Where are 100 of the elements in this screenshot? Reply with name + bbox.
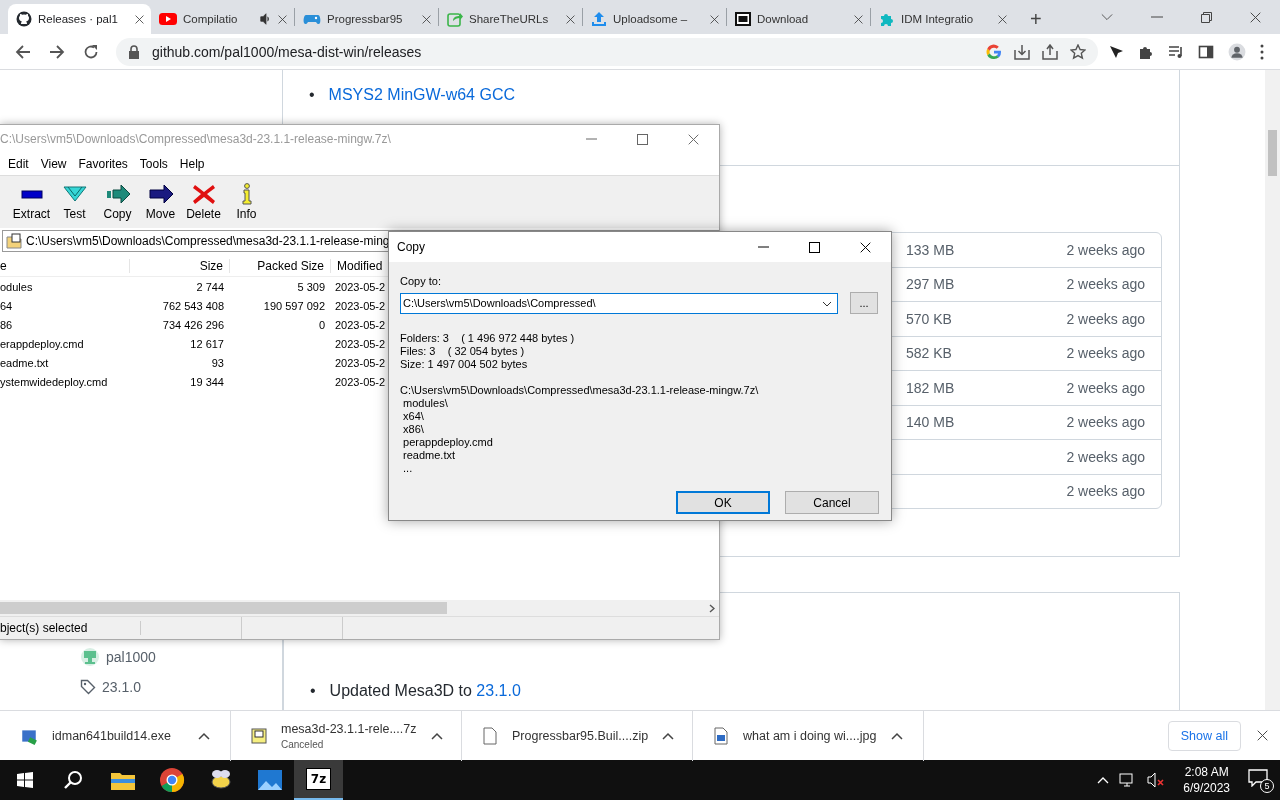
browse-button[interactable]: ... [850, 292, 878, 314]
minimize-icon [1151, 16, 1163, 18]
column-header[interactable]: Size [130, 259, 230, 273]
column-header[interactable]: Packed Size [230, 259, 331, 273]
asset-date: 2 weeks ago [1065, 310, 1145, 327]
close-icon [135, 14, 144, 24]
upload-icon [591, 11, 607, 27]
menu-item[interactable]: View [34, 157, 73, 171]
toolbar-button[interactable]: Copy [96, 183, 139, 221]
listing-text: x64\ [402, 410, 425, 423]
caret-up-icon [662, 731, 675, 740]
notifications-icon [1248, 769, 1268, 787]
dropdown-icon [822, 300, 832, 307]
profile-icon [1228, 42, 1246, 61]
status-text: bject(s) selected [0, 621, 141, 635]
caret-up-icon [198, 731, 210, 740]
listing-text: x86\ [402, 423, 425, 436]
table-cell-text: 12 617 [189, 337, 225, 350]
dialog-button[interactable]: OK [676, 491, 770, 514]
archive-icon [6, 233, 22, 249]
download-icon [1014, 43, 1030, 60]
file-name[interactable]: erappdeploy.cmd [0, 337, 130, 350]
side-panel-icon [1198, 43, 1214, 60]
lock-icon [128, 44, 140, 59]
file-name[interactable]: eadme.txt [0, 356, 130, 369]
table-cell-text: 2 744 [195, 280, 225, 293]
clock-date[interactable]: 6/9/2023 [1183, 780, 1230, 796]
scrollbar[interactable] [1265, 70, 1280, 710]
summary-text: Size: 1 497 004 502 bytes [400, 358, 529, 371]
asset-date: 2 weeks ago [1065, 483, 1145, 500]
author-name[interactable]: pal1000 [106, 649, 156, 665]
menu-item[interactable]: Edit [2, 157, 35, 171]
file-name: idman641build14.exe [52, 728, 172, 743]
table-cell-text: 2023-05-2 [334, 318, 386, 331]
browser-tab[interactable]: Progressbar95 [295, 4, 438, 34]
toolbar-button[interactable]: Extract [10, 183, 53, 221]
browser-tab[interactable]: Compilatio [151, 4, 294, 34]
table-cell-text: 2023-05-2 [334, 375, 386, 388]
asset-size: 582 KB [906, 345, 953, 362]
cursor-icon [1108, 43, 1124, 60]
destination-field[interactable]: C:\Users\vm5\Downloads\Compressed\ [400, 292, 838, 314]
new-tab-button[interactable]: + [1024, 4, 1048, 34]
listing-text: perappdeploy.cmd [402, 436, 494, 449]
summary-text: Folders: 3 ( 1 496 972 448 bytes ) [400, 332, 576, 345]
summary-text: Files: 3 ( 32 054 bytes ) [400, 345, 526, 358]
dialog-button[interactable]: Cancel [785, 491, 879, 514]
toolbar-button[interactable]: Delete [182, 183, 225, 221]
menu-item[interactable]: Favorites [72, 157, 134, 171]
browser-tab[interactable]: Uploadsome – [583, 4, 726, 34]
chevron-down-icon [1101, 13, 1113, 21]
asset-date: 2 weeks ago [1065, 414, 1145, 431]
file-name[interactable]: 86 [0, 318, 130, 331]
asset-size: 570 KB [906, 310, 953, 327]
clock-time[interactable]: 2:08 AM [1184, 764, 1229, 780]
table-cell-text: 2023-05-2 [334, 356, 386, 369]
notification-count: 5 [1260, 779, 1274, 793]
menu-item[interactable]: Help [173, 157, 211, 171]
show-all-button[interactable]: Show all [1167, 720, 1241, 751]
asset-size: 133 MB [906, 241, 956, 258]
close-icon [854, 14, 863, 24]
asset-date: 2 weeks ago [1065, 241, 1145, 258]
maximize-icon [637, 133, 648, 145]
toolbar-button[interactable]: Move [139, 183, 182, 221]
file-name[interactable]: odules [0, 280, 130, 293]
photos-icon [256, 768, 283, 792]
file-name: Progressbar95.Buil....zip [512, 728, 649, 743]
browser-tab[interactable]: Releases · pal1 [8, 4, 151, 34]
file-name[interactable]: 64 [0, 299, 130, 312]
address-bar[interactable]: github.com/pal1000/mesa-dist-win/releases [116, 37, 1098, 66]
browser-tab[interactable]: IDM Integratio [871, 4, 1014, 34]
toolbar-button[interactable]: Info [225, 183, 268, 221]
asset-date: 2 weeks ago [1065, 448, 1145, 465]
close-icon [860, 241, 871, 253]
minimize-icon [586, 138, 597, 140]
taskbar-app[interactable]: 7z [294, 760, 343, 800]
link[interactable]: MSYS2 MinGW-w64 GCC [328, 81, 515, 108]
link[interactable]: 23.1.0 [476, 682, 521, 699]
table-cell-text: 190 597 092 [262, 299, 326, 312]
browser-tab[interactable]: ShareTheURLs [439, 4, 582, 34]
file-name[interactable]: ystemwidedeploy.cmd [0, 375, 130, 388]
close-icon [1250, 11, 1261, 23]
file-name: mesa3d-23.1.1-rele....7z [281, 721, 417, 736]
column-header[interactable]: e [0, 259, 130, 273]
caret-up-icon [430, 731, 443, 740]
asset-date: 2 weeks ago [1065, 345, 1145, 362]
star-icon [1070, 43, 1086, 60]
minimize-icon [758, 246, 769, 248]
toolbar-button[interactable]: Test [53, 183, 96, 221]
start-icon [16, 772, 33, 788]
restore-icon [1201, 11, 1212, 23]
tag-name[interactable]: 23.1.0 [102, 679, 141, 695]
bullet: • [310, 681, 316, 701]
arrow-icon [147, 183, 174, 205]
browser-tab[interactable]: Download [727, 4, 870, 34]
gamepad-icon [303, 12, 321, 26]
delete-icon [190, 183, 217, 205]
menu-item[interactable]: Tools [133, 157, 174, 171]
table-cell-text: 734 426 296 [161, 318, 225, 331]
scrollbar[interactable] [0, 600, 719, 616]
asset-date: 2 weeks ago [1065, 276, 1145, 293]
